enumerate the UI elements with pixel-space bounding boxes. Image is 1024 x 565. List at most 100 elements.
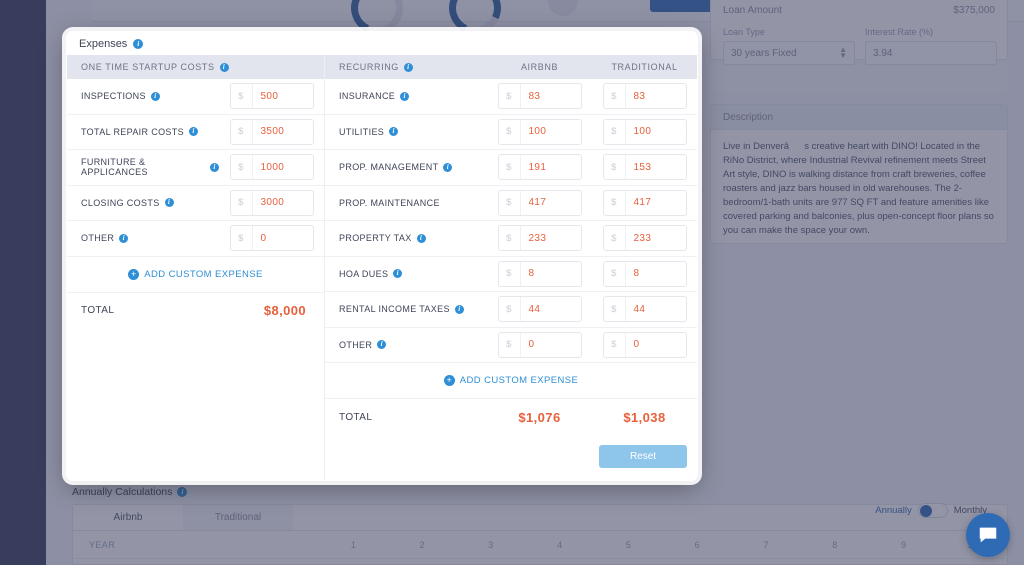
airbnb-amount-input[interactable]: $8 bbox=[498, 261, 582, 287]
one-time-total-label: TOTAL bbox=[67, 305, 204, 316]
currency-prefix: $ bbox=[499, 333, 521, 357]
airbnb-input-cell: $417 bbox=[487, 190, 592, 216]
plus-icon: + bbox=[444, 375, 455, 386]
airbnb-input-cell: $0 bbox=[487, 332, 592, 358]
expense-label-text: UTILITIES bbox=[339, 127, 384, 137]
amount-value: 233 bbox=[626, 226, 686, 250]
expense-label: OTHERi bbox=[325, 340, 487, 350]
currency-prefix: $ bbox=[604, 262, 626, 286]
airbnb-amount-input[interactable]: $233 bbox=[498, 225, 582, 251]
recurring-costs-header: RECURRING i AIRBNB TRADITIONAL bbox=[325, 55, 697, 79]
modal-title-row: Expenses i bbox=[67, 32, 697, 55]
traditional-amount-input[interactable]: $8 bbox=[603, 261, 687, 287]
airbnb-amount-input[interactable]: $0 bbox=[498, 332, 582, 358]
info-icon[interactable]: i bbox=[133, 39, 143, 49]
traditional-input-cell: $100 bbox=[592, 119, 697, 145]
traditional-amount-input[interactable]: $44 bbox=[603, 296, 687, 322]
currency-prefix: $ bbox=[604, 297, 626, 321]
expense-input-cell: $3000 bbox=[219, 190, 324, 216]
currency-prefix: $ bbox=[499, 191, 521, 215]
recurring-rows: INSURANCE i $83 $83 UTILITIES i $100 $100 PROP. … bbox=[325, 79, 697, 363]
expense-row: PROP. MAINTENANCE$417$417 bbox=[325, 186, 697, 222]
traditional-amount-input[interactable]: $153 bbox=[603, 154, 687, 180]
add-custom-expense-label: ADD CUSTOM EXPENSE bbox=[144, 269, 262, 280]
amount-value: 8 bbox=[521, 262, 581, 286]
info-icon[interactable]: i bbox=[210, 163, 219, 172]
plus-icon: + bbox=[128, 269, 139, 280]
intercom-chat-button[interactable] bbox=[966, 513, 1010, 557]
expense-label-text: PROP. MANAGEMENT bbox=[339, 162, 438, 172]
expense-label-text: PROP. MAINTENANCE bbox=[339, 198, 440, 208]
expense-amount-input[interactable]: $3000 bbox=[230, 190, 314, 216]
airbnb-input-cell: $100 bbox=[487, 119, 592, 145]
traditional-amount-input[interactable]: $233 bbox=[603, 225, 687, 251]
expense-input-cell: $3500 bbox=[219, 119, 324, 145]
currency-prefix: $ bbox=[499, 155, 521, 179]
reset-button[interactable]: Reset bbox=[599, 445, 687, 468]
info-icon[interactable]: i bbox=[400, 92, 409, 101]
expense-amount-input[interactable]: $1000 bbox=[230, 154, 314, 180]
amount-value: 3500 bbox=[253, 120, 313, 144]
info-icon[interactable]: i bbox=[151, 92, 160, 101]
one-time-header-label: ONE TIME STARTUP COSTS bbox=[81, 62, 215, 72]
recurring-header-label: RECURRING bbox=[339, 62, 399, 72]
add-custom-expense-one-time[interactable]: + ADD CUSTOM EXPENSE bbox=[67, 257, 324, 293]
airbnb-amount-input[interactable]: $83 bbox=[498, 83, 582, 109]
amount-value: 417 bbox=[521, 191, 581, 215]
amount-value: 0 bbox=[626, 333, 686, 357]
traditional-amount-input[interactable]: $100 bbox=[603, 119, 687, 145]
expenses-modal: Expenses i ONE TIME STARTUP COSTS i INSP… bbox=[66, 31, 698, 481]
expense-label-text: HOA DUES bbox=[339, 269, 388, 279]
expense-row: HOA DUESi$8$8 bbox=[325, 257, 697, 293]
airbnb-amount-input[interactable]: $44 bbox=[498, 296, 582, 322]
traditional-amount-input[interactable]: $0 bbox=[603, 332, 687, 358]
expense-input-cell: $500 bbox=[219, 83, 324, 109]
info-icon[interactable]: i bbox=[189, 127, 198, 136]
expense-input-cell: $1000 bbox=[219, 154, 324, 180]
expense-label-text: INSURANCE bbox=[339, 91, 395, 101]
amount-value: 44 bbox=[626, 297, 686, 321]
add-custom-expense-recurring[interactable]: + ADD CUSTOM EXPENSE bbox=[325, 363, 697, 399]
expense-amount-input[interactable]: $3500 bbox=[230, 119, 314, 145]
airbnb-amount-input[interactable]: $100 bbox=[498, 119, 582, 145]
airbnb-amount-input[interactable]: $417 bbox=[498, 190, 582, 216]
expense-amount-input[interactable]: $500 bbox=[230, 83, 314, 109]
info-icon[interactable]: i bbox=[443, 163, 452, 172]
info-icon[interactable]: i bbox=[404, 63, 413, 72]
expense-row: INSPECTIONS i $500 bbox=[67, 79, 324, 115]
currency-prefix: $ bbox=[499, 84, 521, 108]
amount-value: 233 bbox=[521, 226, 581, 250]
info-icon[interactable]: i bbox=[220, 63, 229, 72]
expense-row: FURNITURE & APPLICANCESi $1000 bbox=[67, 150, 324, 186]
traditional-input-cell: $83 bbox=[592, 83, 697, 109]
traditional-amount-input[interactable]: $83 bbox=[603, 83, 687, 109]
amount-value: 500 bbox=[253, 84, 313, 108]
expense-label-text: TOTAL REPAIR COSTS bbox=[81, 127, 184, 137]
expense-label: TOTAL REPAIR COSTS i bbox=[67, 127, 219, 137]
info-icon[interactable]: i bbox=[417, 234, 426, 243]
expense-label-text: INSPECTIONS bbox=[81, 91, 146, 101]
currency-prefix: $ bbox=[231, 226, 253, 250]
info-icon[interactable]: i bbox=[393, 269, 402, 278]
amount-value: 191 bbox=[521, 155, 581, 179]
info-icon[interactable]: i bbox=[377, 340, 386, 349]
currency-prefix: $ bbox=[604, 120, 626, 144]
column-header-airbnb: AIRBNB bbox=[487, 62, 592, 72]
expense-label: INSURANCE i bbox=[325, 91, 487, 101]
currency-prefix: $ bbox=[231, 191, 253, 215]
expense-label: FURNITURE & APPLICANCESi bbox=[67, 157, 219, 177]
amount-value: 44 bbox=[521, 297, 581, 321]
expense-row: OTHERi$0$0 bbox=[325, 328, 697, 364]
traditional-amount-input[interactable]: $417 bbox=[603, 190, 687, 216]
info-icon[interactable]: i bbox=[389, 127, 398, 136]
traditional-input-cell: $44 bbox=[592, 296, 697, 322]
currency-prefix: $ bbox=[604, 191, 626, 215]
chat-icon bbox=[977, 524, 999, 546]
airbnb-amount-input[interactable]: $191 bbox=[498, 154, 582, 180]
info-icon[interactable]: i bbox=[455, 305, 464, 314]
info-icon[interactable]: i bbox=[165, 198, 174, 207]
info-icon[interactable]: i bbox=[119, 234, 128, 243]
expense-row: OTHERi$0 bbox=[67, 221, 324, 257]
currency-prefix: $ bbox=[499, 120, 521, 144]
expense-amount-input[interactable]: $0 bbox=[230, 225, 314, 251]
